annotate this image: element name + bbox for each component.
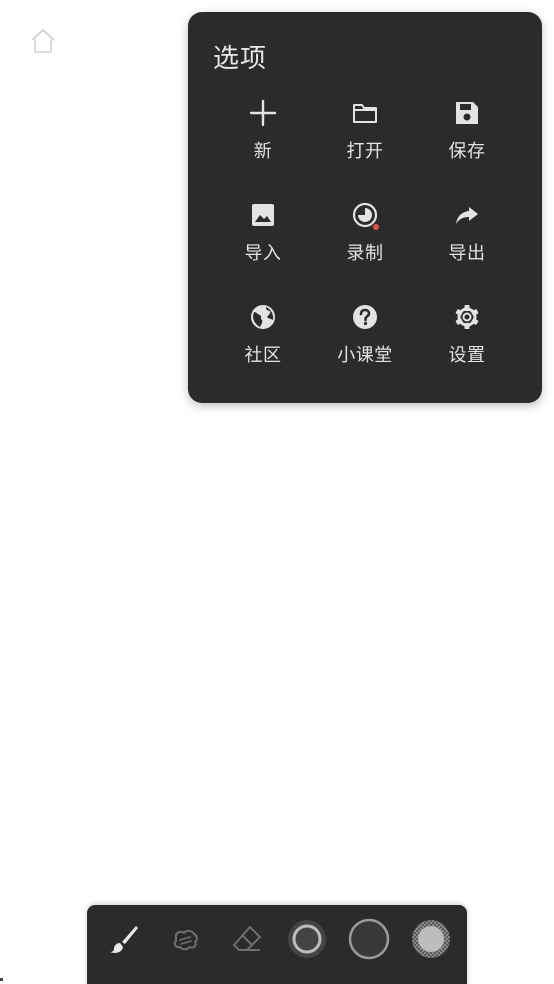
open-button[interactable]: 打开 [314,94,416,196]
tutorial-label: 小课堂 [337,345,393,366]
eraser-tool[interactable] [227,921,267,961]
new-label: 新 [253,141,273,162]
plus-icon [248,98,278,128]
new-button[interactable]: 新 [212,94,314,196]
eraser-icon [230,922,264,960]
drawing-toolbar [87,905,467,984]
import-label: 导入 [244,243,282,264]
home-icon [28,26,58,60]
export-label: 导出 [448,243,486,264]
brush-opacity[interactable] [410,920,452,962]
import-button[interactable]: 导入 [212,196,314,298]
globe-icon [248,302,278,332]
record-label: 录制 [346,243,384,264]
menu-title: 选项 [213,44,268,74]
options-grid: 新 打开 保存 导入 录制 导出 社区 小课堂 设置 [212,94,518,400]
color-icon [348,918,390,964]
open-label: 打开 [346,141,384,162]
smudge-tool[interactable] [165,921,205,961]
size-ring-icon [286,918,328,964]
record-indicator [373,224,379,230]
brush-icon [106,922,140,960]
smudge-icon [168,922,202,960]
save-icon [452,98,482,128]
gear-icon [452,302,482,332]
options-menu: 选项 新 打开 保存 导入 录制 导出 社区 小课堂 设置 [188,12,542,403]
brush-size[interactable] [286,920,328,962]
settings-button[interactable]: 设置 [416,298,518,400]
opacity-icon [410,918,452,964]
home-button[interactable] [27,27,59,59]
tutorial-button[interactable]: 小课堂 [314,298,416,400]
record-timelapse-icon [350,200,380,230]
drawing-canvas[interactable]: 选项 新 打开 保存 导入 录制 导出 社区 小课堂 设置 [0,0,554,984]
save-label: 保存 [448,141,486,162]
color-swatch[interactable] [348,918,390,964]
community-label: 社区 [244,345,282,366]
folder-icon [350,98,380,128]
share-icon [452,200,482,230]
edge-marker [0,978,3,981]
save-button[interactable]: 保存 [416,94,518,196]
brush-tool[interactable] [103,921,143,961]
image-icon [248,200,278,230]
settings-label: 设置 [448,345,486,366]
help-icon [350,302,380,332]
record-button[interactable]: 录制 [314,196,416,298]
export-button[interactable]: 导出 [416,196,518,298]
community-button[interactable]: 社区 [212,298,314,400]
